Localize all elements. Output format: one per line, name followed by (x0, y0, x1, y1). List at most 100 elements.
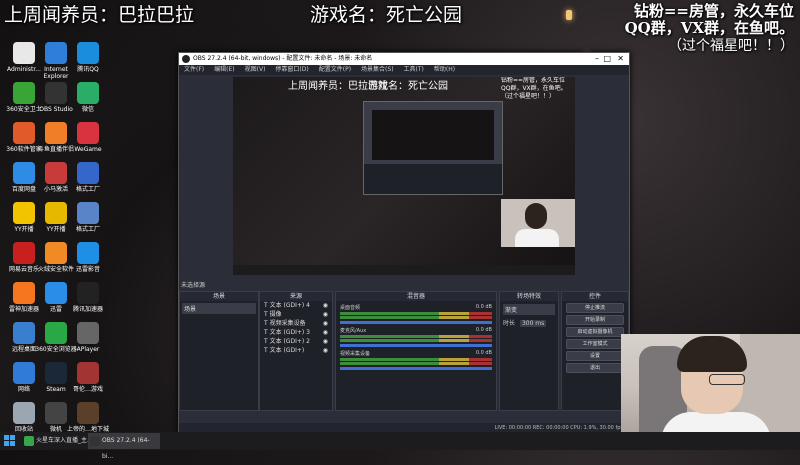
transition-select[interactable]: 渐变 (503, 304, 555, 315)
desktop-icon-label: 微信 (81, 106, 94, 113)
source-item[interactable]: T 摄像 ◉ (262, 311, 330, 319)
desktop-icon-label: 格式工厂 (75, 186, 100, 193)
desktop-icon[interactable]: APlayer (66, 322, 110, 353)
yy-live-icon (45, 202, 67, 224)
visibility-eye-icon[interactable]: ◉ (323, 302, 328, 310)
factory-icon (77, 202, 99, 224)
preview-fan-line3: （过个福星吧！！） (501, 93, 556, 100)
qq-icon (77, 42, 99, 64)
controls-dock-title: 控件 (562, 292, 628, 301)
mixer-channel-level: 0.0 dB (475, 350, 492, 356)
audio-meter (340, 335, 492, 338)
obs-menu-item[interactable]: 编辑(E) (214, 66, 234, 73)
desktop-icon[interactable]: WeGame (66, 122, 110, 153)
obs-preview[interactable]: 上周闻养员：巴拉巴拉 游戏名：死亡公园 钻粉==房管，永久车位 QQ群，VX群，… (233, 77, 575, 275)
obs-icon (90, 436, 100, 446)
desktop-icon-label: 迅雷影音 (75, 266, 100, 273)
volume-slider[interactable] (340, 367, 492, 370)
visibility-eye-icon[interactable]: ◉ (323, 347, 328, 355)
source-item-label: 文本 (GDI+) (269, 347, 305, 354)
bird-icon (45, 282, 67, 304)
audio-meter (340, 312, 492, 315)
obs-menu-item[interactable]: 停靠窗口(D) (275, 66, 308, 73)
duration-label: 时长 (503, 320, 516, 327)
source-item-label: 文本 (GDI+) 2 (269, 338, 310, 345)
preview-webcam (501, 199, 575, 247)
desktop-icon[interactable]: 格式工厂 (66, 202, 110, 233)
preview-fan-text: 钻粉==房管，永久车位 QQ群，VX群，在鱼吧。 （过个福星吧！！） (501, 77, 567, 101)
wechat-icon (77, 82, 99, 104)
control-button[interactable]: 退出 (566, 363, 624, 373)
mixer-channel: 桌面音频 0.0 dB (340, 304, 492, 324)
desktop-icon[interactable]: 腾讯加速器 (66, 282, 110, 313)
obs-window[interactable]: OBS 27.2.4 (64-bit, windows) - 配置文件: 未命名… (178, 52, 630, 434)
taskbar-item[interactable]: OBS 27.2.4 (64-bi... (88, 433, 160, 460)
huorong-icon (45, 242, 67, 264)
visibility-eye-icon[interactable]: ◉ (323, 329, 328, 337)
start-button[interactable] (4, 435, 16, 447)
thunder-icon (77, 242, 99, 264)
steam-icon (45, 362, 67, 384)
obs-menu-item[interactable]: 场景集合(S) (361, 66, 394, 73)
maximize-icon[interactable]: □ (603, 53, 611, 65)
obs-menu-item[interactable]: 帮助(H) (434, 66, 455, 73)
duration-input[interactable]: 300 ms (519, 320, 547, 327)
volume-slider[interactable] (340, 344, 492, 347)
desktop-icon[interactable]: 上帝的…地下城 (66, 402, 110, 433)
software-manager-icon (13, 122, 35, 144)
desktop-icon[interactable]: 哥伦…游戏 (66, 362, 110, 393)
obs-titlebar[interactable]: OBS 27.2.4 (64-bit, windows) - 配置文件: 未命名… (179, 53, 629, 65)
obs-title-text: OBS 27.2.4 (64-bit, windows) - 配置文件: 未命名… (193, 55, 373, 62)
taskbar-item[interactable]: 火星车深入直播_主... (22, 433, 94, 449)
audio-meter (340, 339, 492, 342)
obs-icon (45, 82, 67, 104)
close-icon[interactable]: ✕ (617, 53, 624, 65)
control-button[interactable]: 设置 (566, 351, 624, 361)
mixer-channel-level: 0.0 dB (475, 327, 492, 333)
minimize-icon[interactable]: – (595, 53, 599, 65)
obs-menu-item[interactable]: 文件(F) (184, 66, 204, 73)
sources-dock: 来源 T 文本 (GDI+) 4 ◉ T 摄像 ◉ T 视频采集设备 ◉ T 文本 (… (259, 291, 333, 411)
desktop-icon[interactable]: 腾讯QQ (66, 42, 110, 73)
desktop-icon[interactable]: 迅雷影音 (66, 242, 110, 273)
source-item-label: 摄像 (269, 311, 282, 318)
audio-meter (340, 358, 492, 361)
visibility-eye-icon[interactable]: ◉ (323, 338, 328, 346)
mixer-channel-name: 桌面音频 (340, 305, 361, 311)
source-item-label: 视频采集设备 (269, 320, 306, 327)
dungeon-icon (77, 402, 99, 424)
computer-icon (45, 402, 67, 424)
no-source-selected-label: 未选择源 (181, 282, 206, 289)
control-button[interactable]: 启动虚拟摄像机 (566, 327, 624, 337)
source-item[interactable]: T 文本 (GDI+) ◉ (262, 347, 330, 355)
scene-item[interactable]: 场景 (182, 303, 256, 314)
obs-menu-item[interactable]: 视图(V) (245, 66, 266, 73)
visibility-eye-icon[interactable]: ◉ (323, 311, 328, 319)
douyu-icon (45, 122, 67, 144)
control-button[interactable]: 停止推流 (566, 303, 624, 313)
obs-docks: 未选择源 场景 场景 来源 T 文本 (GDI+) 4 ◉ T 摄像 ◉ T 视频采… (179, 279, 629, 433)
source-item[interactable]: T 文本 (GDI+) 2 ◉ (262, 338, 330, 346)
user-folder-icon (13, 42, 35, 64)
source-item[interactable]: T 文本 (GDI+) 3 ◉ (262, 329, 330, 337)
activator-icon (45, 162, 67, 184)
desktop-icon-label: 格式工厂 (75, 226, 100, 233)
source-item[interactable]: T 视频采集设备 ◉ (262, 320, 330, 328)
nested-obs-preview (363, 101, 503, 195)
obs-menu-item[interactable]: 工具(T) (404, 66, 424, 73)
desktop-icon[interactable]: 格式工厂 (66, 162, 110, 193)
mixer-dock: 混音器 桌面音频 0.0 dB 麦克风/Aux 0.0 dB 视频采集设备 0.0 dB (335, 291, 497, 411)
volume-slider[interactable] (340, 321, 492, 324)
game-icon (77, 362, 99, 384)
wegame-icon (77, 122, 99, 144)
obs-menu-item[interactable]: 配置文件(P) (319, 66, 351, 73)
control-button[interactable]: 工作室模式 (566, 339, 624, 349)
taskbar-item-label: 火星车深入直播_主... (36, 437, 93, 444)
desktop-icon[interactable]: 微信 (66, 82, 110, 113)
live-icon (24, 436, 34, 446)
control-button[interactable]: 开始录制 (566, 315, 624, 325)
visibility-eye-icon[interactable]: ◉ (323, 320, 328, 328)
game-accelerator-icon (77, 282, 99, 304)
source-item[interactable]: T 文本 (GDI+) 4 ◉ (262, 302, 330, 310)
remote-icon (13, 322, 35, 344)
